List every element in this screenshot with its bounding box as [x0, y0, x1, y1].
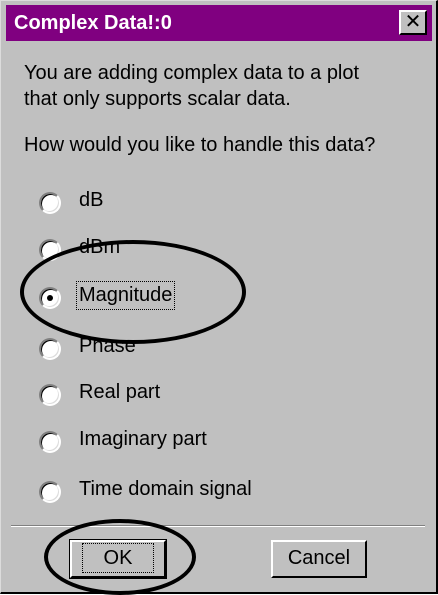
- radio-label: Imaginary part: [79, 428, 207, 450]
- ok-button[interactable]: OK: [69, 539, 167, 579]
- dialog-title: Complex Data!:0: [14, 12, 172, 34]
- radio-label: Magnitude: [75, 281, 176, 310]
- radio-circle[interactable]: [39, 481, 61, 503]
- question-text: How would you like to handle this data?: [24, 134, 376, 156]
- message-line-2: that only supports scalar data.: [24, 88, 291, 110]
- radio-label: Time domain signal: [79, 478, 252, 500]
- separator: [11, 525, 425, 527]
- cancel-button[interactable]: Cancel: [271, 540, 367, 578]
- cancel-label: Cancel: [287, 547, 351, 569]
- close-icon: ✕: [404, 11, 422, 33]
- radio-circle[interactable]: [39, 192, 61, 214]
- radio-circle[interactable]: [39, 239, 61, 261]
- title-bar[interactable]: Complex Data!:0 ✕: [6, 5, 432, 41]
- radio-label: dB: [79, 189, 104, 211]
- selected-dot: [47, 295, 53, 301]
- ok-label: OK: [81, 543, 155, 573]
- radio-label: Real part: [79, 381, 161, 403]
- complex-data-dialog: Complex Data!:0 ✕ You are adding complex…: [0, 0, 438, 594]
- message-line-1: You are adding complex data to a plot: [24, 62, 360, 84]
- radio-circle[interactable]: [39, 431, 61, 453]
- radio-circle[interactable]: [39, 287, 61, 309]
- radio-circle[interactable]: [39, 384, 61, 406]
- radio-circle[interactable]: [39, 338, 61, 360]
- close-button[interactable]: ✕: [399, 10, 427, 35]
- radio-label: dBm: [79, 236, 121, 258]
- radio-label: Phase: [79, 335, 136, 357]
